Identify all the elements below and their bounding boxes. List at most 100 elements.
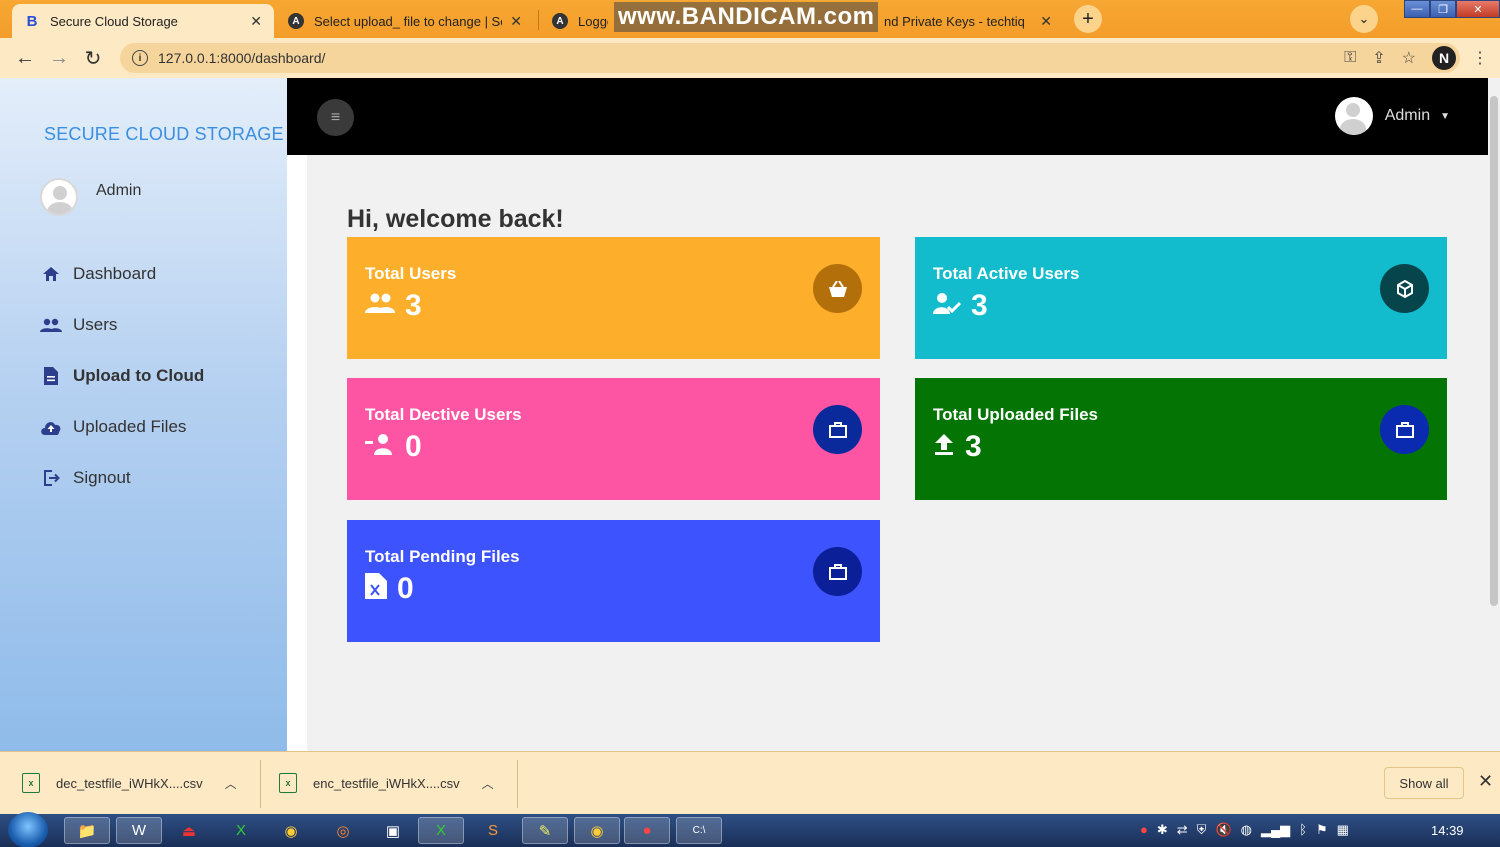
action-center-flag-icon[interactable]: ⚑	[1316, 822, 1328, 838]
tray-app-icon[interactable]: ✱	[1157, 822, 1168, 838]
excel-window-icon[interactable]: X	[418, 817, 464, 844]
briefcase-icon[interactable]	[813, 405, 862, 454]
card-title: Total Dective Users	[365, 405, 522, 424]
tab-title: Select upload_ file to change | Se	[314, 13, 503, 29]
card-title: Total Uploaded Files	[933, 405, 1098, 424]
tab-logged[interactable]: A Logge	[540, 4, 620, 38]
settings-app-icon[interactable]: ▣	[370, 817, 416, 844]
profile-avatar-icon[interactable]: N	[1432, 46, 1456, 70]
card-value: 3	[965, 430, 982, 463]
file-explorer-icon[interactable]: 📁	[64, 817, 110, 844]
back-arrow-icon[interactable]: ←	[8, 47, 42, 70]
sidebar-user: Admin	[40, 178, 141, 216]
tab-separator	[538, 10, 539, 30]
signal-bars-icon[interactable]: ▂▄▆	[1261, 822, 1290, 838]
admin-favicon-icon: A	[288, 13, 304, 29]
bandicam-icon[interactable]: ●	[624, 817, 670, 844]
download-item[interactable]: x enc_testfile_iWHkX....csv ︿	[279, 760, 494, 806]
briefcase-icon[interactable]	[813, 547, 862, 596]
taskbar-clock[interactable]: 14:39	[1431, 823, 1464, 838]
network-icon[interactable]: ▦	[1337, 822, 1349, 838]
sidebar-item-uploaded-files[interactable]: Uploaded Files	[40, 401, 204, 452]
close-tab-icon[interactable]: ✕	[510, 13, 522, 30]
tab-search-button[interactable]: ⌄	[1350, 5, 1378, 33]
page-scrollbar[interactable]	[1488, 78, 1500, 751]
firefox-icon[interactable]: ◎	[320, 817, 366, 844]
word-icon[interactable]: W	[116, 817, 162, 844]
card-title: Total Active Users	[933, 264, 1080, 283]
browser-toolbar: ← → ↻ i 127.0.0.1:8000/dashboard/ ⚿ ⇪ ☆ …	[0, 38, 1500, 78]
stat-card-total-uploaded-files[interactable]: Total Uploaded Files 3	[915, 378, 1447, 500]
tray-security-icon[interactable]: ⛨	[1197, 822, 1207, 838]
csv-file-icon: x	[22, 773, 40, 793]
scrollbar-thumb[interactable]	[1490, 96, 1498, 606]
key-icon[interactable]: ⚿	[1344, 49, 1356, 67]
new-tab-button[interactable]: +	[1074, 5, 1102, 33]
chevron-down-icon: ▼	[1440, 110, 1450, 122]
maximize-button[interactable]: ❐	[1430, 0, 1456, 18]
start-button-icon[interactable]	[8, 812, 48, 847]
cloud-upload-icon	[40, 419, 62, 435]
reload-icon[interactable]: ↻	[76, 46, 110, 71]
upload-arrow-icon	[933, 433, 955, 461]
chrome-icon[interactable]: ◉	[268, 817, 314, 844]
command-prompt-icon[interactable]: C:\	[676, 817, 722, 844]
volume-muted-icon[interactable]: 🔇	[1215, 822, 1231, 838]
card-title: Total Users	[365, 264, 457, 283]
chrome-window-icon[interactable]: ◉	[574, 817, 620, 844]
download-filename: dec_testfile_iWHkX....csv	[56, 775, 203, 791]
network-share-icon[interactable]: ⇄	[1177, 822, 1188, 838]
sidebar-item-users[interactable]: Users	[40, 299, 204, 350]
bootstrap-favicon-icon: B	[26, 12, 38, 30]
card-value-row: 0	[365, 430, 422, 464]
sidebar-item-dashboard[interactable]: Dashboard	[40, 248, 204, 299]
card-value: 0	[397, 572, 414, 605]
stat-card-total-users[interactable]: Total Users 3	[347, 237, 880, 359]
show-all-button[interactable]: Show all	[1384, 767, 1464, 799]
site-info-icon[interactable]: i	[132, 50, 148, 66]
admin-favicon-icon: A	[552, 13, 568, 29]
browser-menu-icon[interactable]: ⋮	[1472, 48, 1488, 68]
download-filename: enc_testfile_iWHkX....csv	[313, 775, 460, 791]
hamburger-menu-icon[interactable]: ≡	[317, 99, 354, 136]
tray-search-icon[interactable]: ◍	[1241, 822, 1252, 838]
forward-arrow-icon[interactable]: →	[42, 47, 76, 70]
card-value-row: 0	[365, 572, 414, 606]
brand-title[interactable]: SECURE CLOUD STORAGE	[44, 124, 284, 145]
tab-secure-cloud-storage[interactable]: B Secure Cloud Storage ✕	[12, 4, 274, 38]
chevron-up-icon[interactable]: ︿	[482, 775, 494, 792]
sidebar-user-name: Admin	[96, 182, 142, 199]
address-bar[interactable]: i 127.0.0.1:8000/dashboard/	[120, 43, 1460, 73]
close-tab-icon[interactable]: ✕	[250, 13, 262, 30]
window-controls: — ❐ ✕	[1404, 0, 1500, 20]
tab-select-upload[interactable]: A Select upload_ file to change | Se ✕	[276, 4, 534, 38]
acrobat-icon[interactable]: ⏏	[166, 817, 212, 844]
minimize-button[interactable]: —	[1404, 0, 1430, 18]
sublime-text-icon[interactable]: S	[470, 817, 516, 844]
stat-card-total-dective-users[interactable]: Total Dective Users 0	[347, 378, 880, 500]
sidebar: SECURE CLOUD STORAGE Admin Dashboard Use…	[0, 78, 287, 751]
share-icon[interactable]: ⇪	[1372, 48, 1385, 68]
excel-icon[interactable]: X	[218, 817, 264, 844]
chevron-up-icon[interactable]: ︿	[225, 775, 237, 792]
cube-icon[interactable]	[1380, 264, 1429, 313]
download-bar: x dec_testfile_iWHkX....csv ︿ x enc_test…	[0, 751, 1500, 814]
close-icon[interactable]: ✕	[1478, 771, 1493, 792]
basket-icon[interactable]	[813, 264, 862, 313]
notepad-icon[interactable]: ✎	[522, 817, 568, 844]
sidebar-item-upload-to-cloud[interactable]: Upload to Cloud	[40, 350, 204, 401]
users-icon	[40, 318, 62, 332]
briefcase-icon[interactable]	[1380, 405, 1429, 454]
download-item[interactable]: x dec_testfile_iWHkX....csv ︿	[22, 760, 237, 806]
tab-private-keys[interactable]: nd Private Keys - techtiq ✕	[872, 4, 1064, 38]
close-window-button[interactable]: ✕	[1456, 0, 1500, 18]
bluetooth-icon[interactable]: ᛒ	[1299, 822, 1307, 838]
sidebar-item-signout[interactable]: Signout	[40, 452, 204, 503]
user-dropdown[interactable]: Admin ▼	[1334, 97, 1450, 135]
stat-card-total-active-users[interactable]: Total Active Users 3	[915, 237, 1447, 359]
bookmark-star-icon[interactable]: ☆	[1402, 48, 1416, 68]
close-tab-icon[interactable]: ✕	[1040, 13, 1052, 30]
file-excel-icon	[365, 573, 387, 605]
record-icon[interactable]: ●	[1140, 822, 1148, 838]
stat-card-total-pending-files[interactable]: Total Pending Files 0	[347, 520, 880, 642]
